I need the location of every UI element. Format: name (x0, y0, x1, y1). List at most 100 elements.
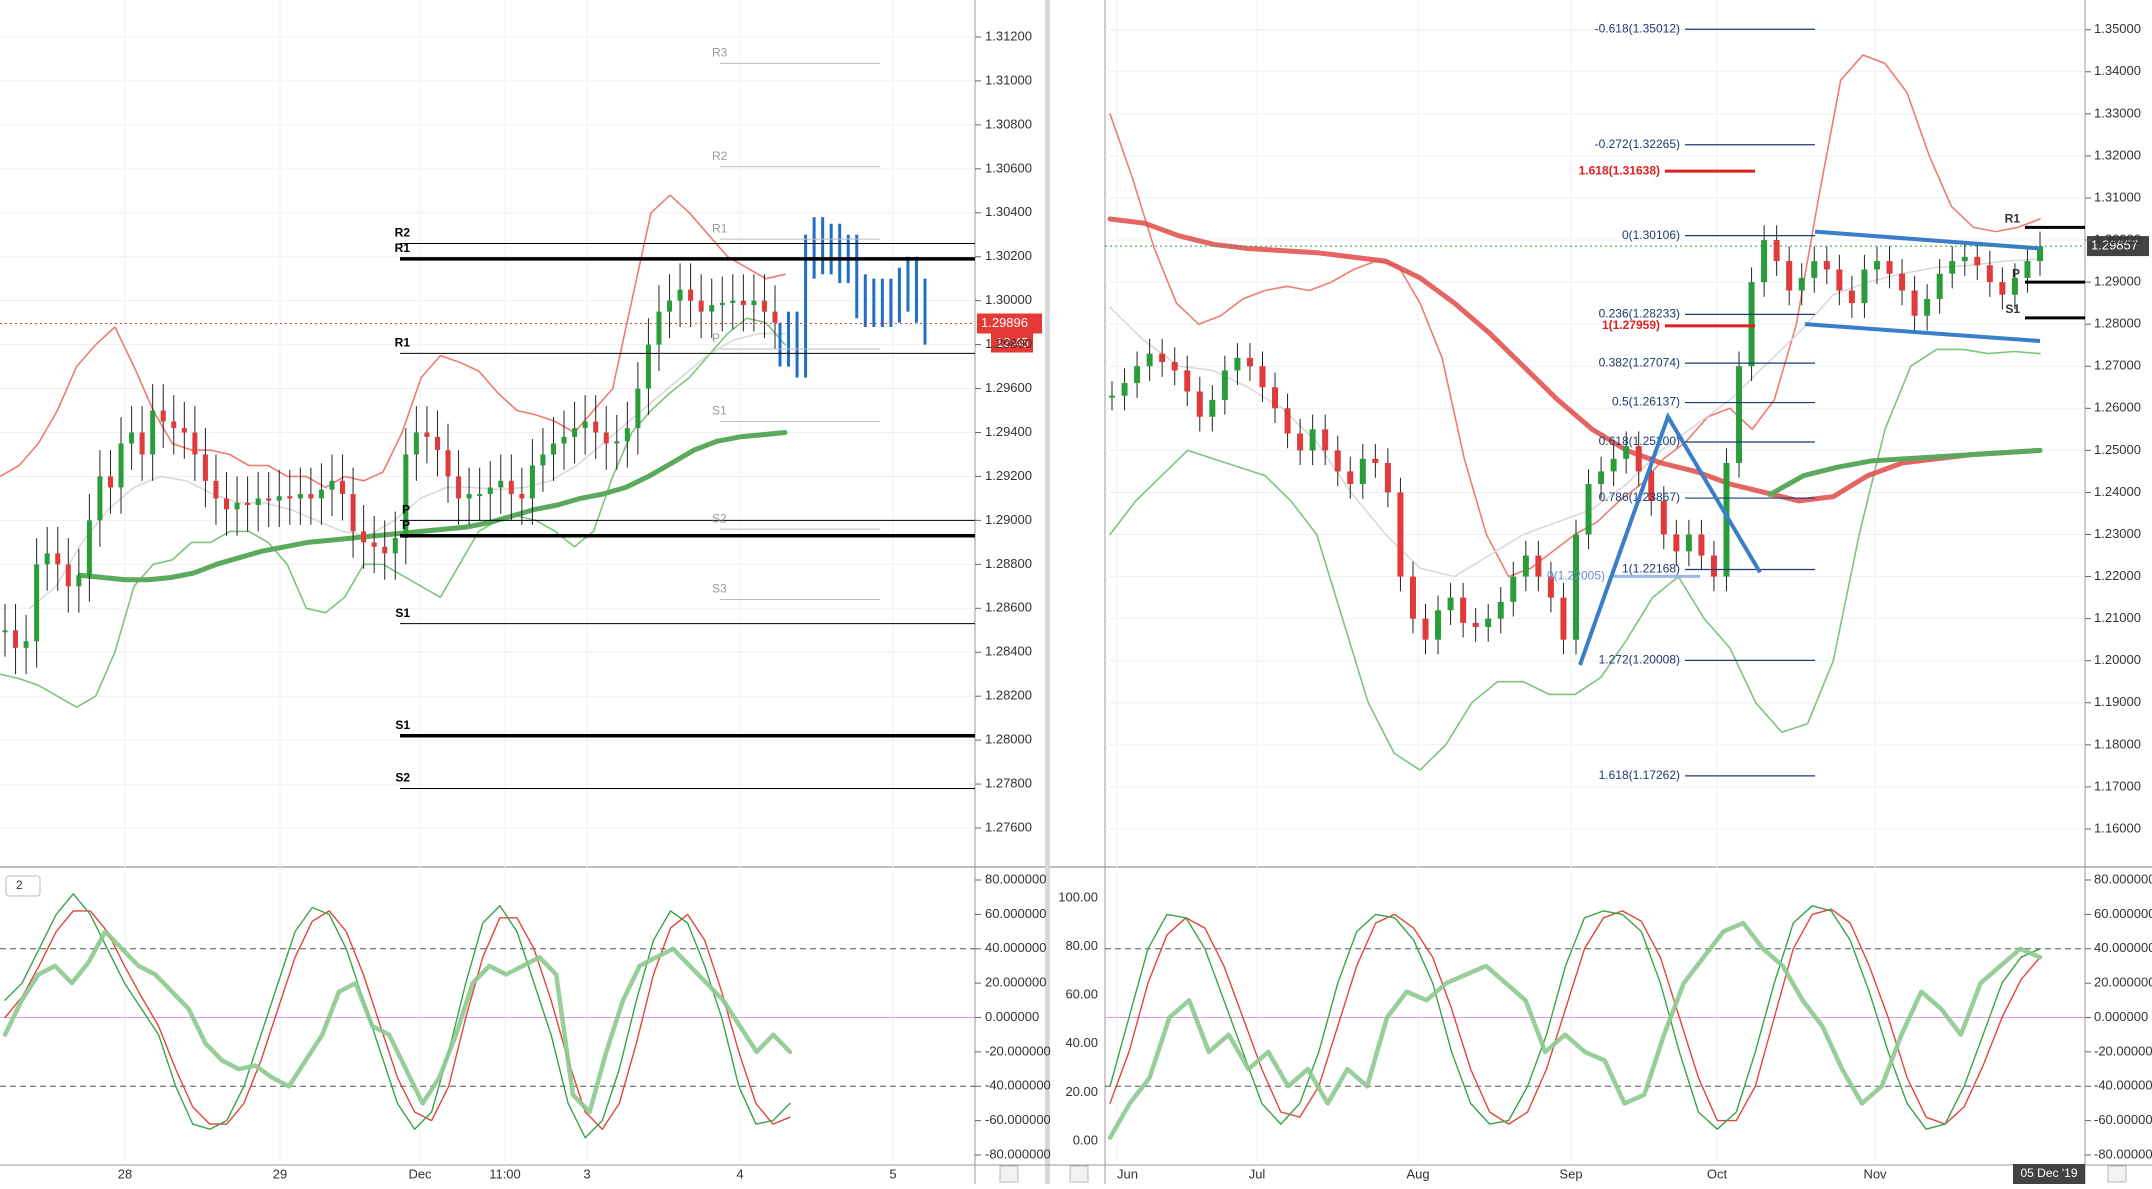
fib-level-label: 0.382(1.27074) (1599, 355, 1680, 369)
fib-level-label: -0.272(1.32265) (1595, 137, 1680, 151)
candle-body (2011, 277, 2018, 295)
candle-body (76, 575, 82, 587)
y-tick-label: 1.30000 (985, 292, 1032, 307)
candle-body (1322, 429, 1329, 451)
candle-body (1272, 387, 1279, 409)
y-tick-label: 1.35000 (2094, 21, 2141, 36)
candle-body (413, 432, 419, 455)
y-tick-label: 1.24000 (2094, 484, 2141, 499)
candle-body (635, 388, 641, 429)
candle-body (297, 494, 303, 499)
y-tick-label: 60.000000 (2094, 906, 2152, 921)
pivot-label: S2 (395, 771, 410, 785)
y-tick-label: 1.29200 (985, 468, 1032, 483)
candle-body (1949, 261, 1956, 274)
y-tick-label: 80.000000 (985, 871, 1046, 886)
candle-body (1497, 601, 1504, 619)
candle-body (667, 300, 673, 312)
chart-workspace: R3 R2 R1 R2 R1 P R1 S1 P S2 P S3 S1 S1 S2 1.29896 12:45 2… (0, 0, 2152, 1184)
y-tick-label: 0.000000 (2094, 1009, 2148, 1024)
y-tick-label: 1.27600 (985, 819, 1032, 834)
pivot-label: R1 (2005, 212, 2021, 226)
y-tick-label: 1.19000 (2094, 694, 2141, 709)
candle-body (582, 421, 588, 429)
left-y-tick-label: 40.00 (1065, 1035, 1098, 1050)
pivot-label: P (402, 503, 410, 517)
fib-level-label: 1.272(1.20008) (1599, 653, 1680, 667)
left-y-tick-label: 60.00 (1065, 987, 1098, 1002)
candle-body (561, 436, 567, 444)
fib-level-label: 1.618(1.17262) (1599, 768, 1680, 782)
candle-body (614, 441, 620, 444)
pivot-label: S1 (395, 606, 410, 620)
candle-body (97, 476, 103, 521)
candle-body (44, 553, 50, 565)
candle-body (1811, 261, 1818, 278)
candle-body (1510, 576, 1517, 602)
y-tick-label: 1.28400 (985, 644, 1032, 659)
candle-body (361, 531, 367, 543)
candle-body (1209, 399, 1216, 417)
left-y-tick-label: 20.00 (1065, 1084, 1098, 1099)
y-tick-label: 1.21000 (2094, 610, 2141, 625)
candle-body (55, 553, 61, 565)
candle-body (1472, 622, 1479, 628)
candle-body (1121, 383, 1128, 396)
candle-body (255, 498, 261, 506)
date-label: 05 Dec '19 (2021, 1166, 2078, 1180)
pivot-label: S1 (2005, 302, 2020, 316)
left-y-tick-label: 80.00 (1065, 938, 1098, 953)
y-tick-label: 1.30200 (985, 248, 1032, 263)
candle-body (371, 542, 377, 547)
candle-body (456, 476, 462, 499)
y-tick-label: 1.32000 (2094, 147, 2141, 162)
candle-body (129, 432, 135, 444)
y-tick-label: 80.000000 (2094, 871, 2152, 886)
candle-body (1535, 555, 1542, 577)
zoom-toggle-button[interactable] (1069, 1165, 1089, 1183)
candle-body (1736, 366, 1743, 463)
y-tick-label: 1.20000 (2094, 652, 2141, 667)
chart-canvas[interactable]: R3R2R1R2R1PR1S1PS2PS3S1S1S21.2989612:452… (0, 0, 2152, 1184)
candle-body (1309, 429, 1316, 451)
candle-body (1246, 357, 1253, 367)
pivot-label: P (2012, 266, 2020, 280)
candle-body (540, 454, 546, 466)
candle-body (1196, 391, 1203, 417)
y-tick-label: -80.000000 (2094, 1146, 2152, 1161)
candle-body (688, 289, 694, 301)
pivot-label: R2 (712, 149, 728, 163)
candle-body (1698, 534, 1705, 556)
y-tick-label: -60.000000 (985, 1112, 1051, 1127)
y-tick-label: 1.28000 (985, 732, 1032, 747)
candle-body (224, 498, 230, 510)
candle-body (1610, 458, 1617, 472)
y-tick-label: 1.29600 (985, 380, 1032, 395)
candle-body (1372, 458, 1379, 463)
candle-body (677, 289, 683, 301)
candle-body (1184, 370, 1191, 392)
candle-body (498, 480, 504, 488)
candle-body (23, 641, 29, 648)
candle-body (761, 300, 767, 312)
left-y-tick-label: 0.00 (1073, 1132, 1098, 1147)
indicator-label[interactable]: 2 (16, 878, 23, 892)
y-tick-label: 1.29400 (985, 424, 1032, 439)
y-tick-label: 1.18000 (2094, 736, 2141, 751)
x-tick-label: 28 (118, 1166, 132, 1181)
candle-body (234, 502, 240, 510)
indicator-collapse-button[interactable] (5, 875, 41, 897)
pivot-label: S3 (712, 582, 727, 596)
auto-scale-button-right[interactable] (2107, 1165, 2127, 1183)
y-tick-label: -80.000000 (985, 1146, 1051, 1161)
candle-body (107, 476, 113, 488)
candle-body (603, 432, 609, 444)
pivot-label: R1 (395, 241, 411, 255)
y-tick-label: 1.29000 (2094, 274, 2141, 289)
y-tick-label: 1.29800 (985, 336, 1032, 351)
candle-body (1573, 534, 1579, 640)
candle-body (86, 520, 92, 576)
auto-scale-button-left[interactable] (999, 1165, 1019, 1183)
y-tick-label: 1.22000 (2094, 568, 2141, 583)
pivot-label: S1 (712, 404, 727, 418)
